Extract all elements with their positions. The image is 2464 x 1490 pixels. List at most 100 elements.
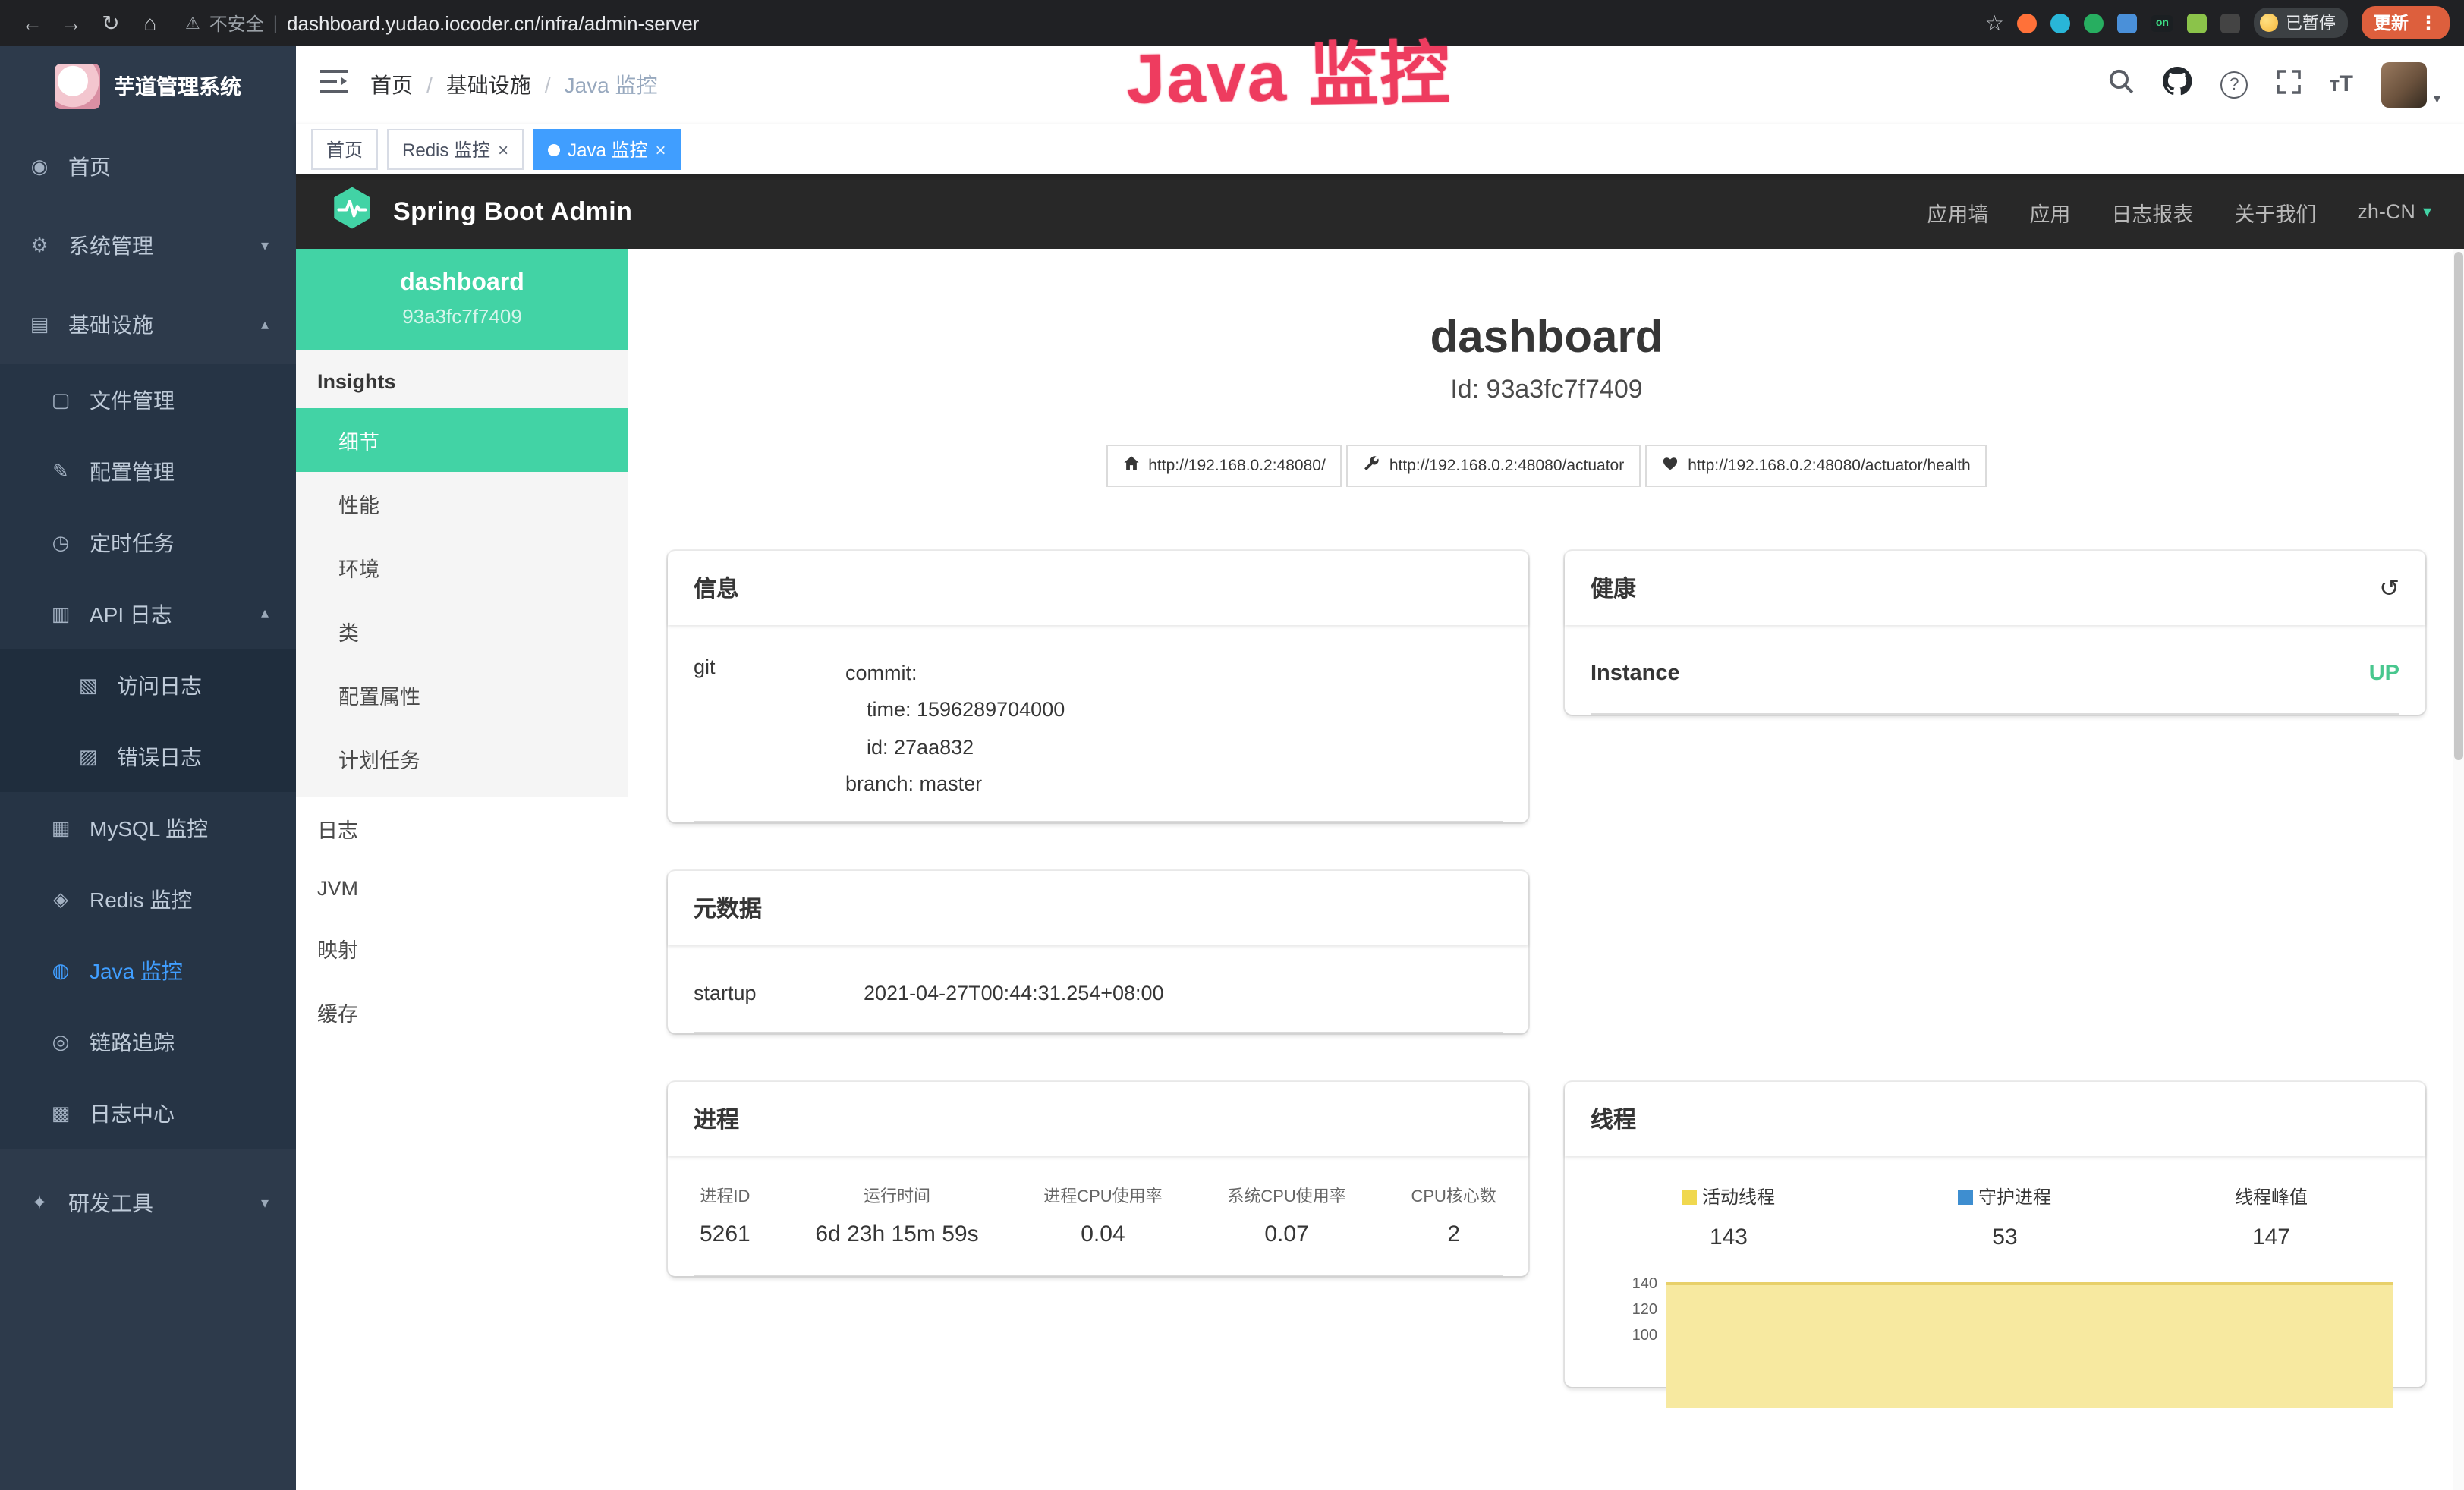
forward-icon[interactable]: → [55, 11, 88, 35]
reload-icon[interactable]: ↻ [94, 10, 127, 36]
close-icon[interactable]: × [498, 139, 508, 160]
security-label: 不安全 [209, 10, 264, 36]
sba-logo-icon[interactable] [329, 185, 375, 238]
chevron-up-icon: ▴ [261, 316, 269, 333]
help-icon[interactable]: ? [2220, 71, 2248, 99]
breadcrumb-separator: / [426, 73, 433, 97]
paused-extension-badge[interactable]: 已暂停 [2254, 8, 2348, 38]
scrollbar-thumb[interactable] [2454, 252, 2463, 760]
address-bar[interactable]: ⚠ 不安全 | dashboard.yudao.iocoder.cn/infra… [185, 10, 699, 36]
sba-brand[interactable]: Spring Boot Admin [393, 196, 632, 227]
sba-item-scheduled-tasks[interactable]: 计划任务 [296, 727, 628, 791]
sidebar-item-infrastructure[interactable]: ▤ 基础设施 ▴ [0, 285, 296, 364]
breadcrumb-current: Java 监控 [565, 70, 658, 100]
tab-home[interactable]: 首页 [311, 129, 378, 170]
browser-toolbar-right: ☆ on 已暂停 更新 ⋮ [1985, 6, 2450, 39]
stat-live-threads: 活动线程 143 [1682, 1184, 1775, 1250]
health-url-link[interactable]: http://192.168.0.2:48080/actuator/health [1645, 445, 1987, 487]
sba-item-environment[interactable]: 环境 [296, 536, 628, 599]
sba-nav-applications[interactable]: 应用 [2029, 196, 2070, 227]
infrastructure-icon: ▤ [27, 313, 52, 337]
actuator-url-link[interactable]: http://192.168.0.2:48080/actuator [1347, 445, 1641, 487]
sba-nav-about[interactable]: 关于我们 [2234, 196, 2316, 227]
url-text: dashboard.yudao.iocoder.cn/infra/admin-s… [287, 11, 699, 34]
sidebar-item-system-management[interactable]: ⚙ 系统管理 ▾ [0, 206, 296, 285]
tab-java-monitor[interactable]: Java 监控 × [533, 129, 681, 170]
sidebar-item-tracing[interactable]: ◎ 链路追踪 [0, 1006, 296, 1077]
sba-locale-select[interactable]: zh-CN ▾ [2357, 200, 2431, 223]
sba-item-details[interactable]: 细节 [296, 408, 628, 472]
extension-icon-leaf[interactable] [2187, 13, 2207, 33]
app-logo-row[interactable]: 芋道管理系统 [0, 46, 296, 127]
sba-nav-wall[interactable]: 应用墙 [1927, 196, 1988, 227]
close-icon[interactable]: × [655, 139, 666, 160]
stat-label: 系统CPU使用率 [1227, 1184, 1345, 1208]
sidebar-item-log-center[interactable]: ▩ 日志中心 [0, 1077, 296, 1149]
wrench-icon [1364, 455, 1380, 476]
extension-icon-dark-puzzle[interactable] [2220, 13, 2240, 33]
live-threads-area-series [1666, 1282, 2393, 1408]
font-size-icon[interactable]: TT [2330, 71, 2353, 99]
sba-item-mappings[interactable]: 映射 [296, 916, 628, 980]
stat-value: 53 [1959, 1224, 2051, 1250]
sidebar-item-label: 研发工具 [68, 1188, 153, 1218]
sidebar-item-access-log[interactable]: ▧ 访问日志 [0, 649, 296, 721]
tab-redis-monitor[interactable]: Redis 监控 × [387, 129, 524, 170]
extension-icon-green-circle[interactable] [2085, 13, 2104, 33]
stat-uptime: 运行时间 6d 23h 15m 59s [815, 1184, 978, 1247]
sidebar-item-config-management[interactable]: ✎ 配置管理 [0, 435, 296, 507]
back-icon[interactable]: ← [15, 11, 49, 35]
sidebar-item-redis-monitor[interactable]: ◈ Redis 监控 [0, 863, 296, 935]
sba-item-classes[interactable]: 类 [296, 599, 628, 663]
sidebar-item-api-log[interactable]: ▥ API 日志 ▴ [0, 578, 296, 649]
instance-id: 93a3fc7f7409 [311, 305, 613, 328]
sidebar-item-label: 访问日志 [117, 670, 202, 700]
scrollbar-track[interactable] [2453, 249, 2464, 1490]
bookmark-star-icon[interactable]: ☆ [1985, 10, 2004, 36]
sba-nav-journal[interactable]: 日志报表 [2111, 196, 2193, 227]
stat-label: 进程CPU使用率 [1043, 1184, 1162, 1208]
browser-home-icon[interactable]: ⌂ [134, 11, 167, 35]
header-actions: ? TT ▾ [2108, 62, 2440, 108]
sidebar-item-java-monitor[interactable]: ◍ Java 监控 [0, 935, 296, 1006]
threads-chart: 140 120 100 [1591, 1278, 2399, 1387]
fullscreen-icon[interactable] [2277, 69, 2301, 101]
card-title: 健康 [1591, 572, 1636, 604]
sidebar-item-dev-tools[interactable]: ✦ 研发工具 ▾ [0, 1164, 296, 1243]
sba-item-caches[interactable]: 缓存 [296, 980, 628, 1044]
stat-value: 2 [1411, 1221, 1496, 1247]
extension-icon-blue-grid[interactable] [2118, 13, 2138, 33]
stat-label: CPU核心数 [1411, 1184, 1496, 1208]
chevron-up-icon: ▴ [261, 605, 269, 622]
sidebar-item-file-management[interactable]: ▢ 文件管理 [0, 364, 296, 435]
health-instance-row[interactable]: Instance UP [1591, 631, 2399, 715]
service-url-link[interactable]: http://192.168.0.2:48080/ [1106, 445, 1342, 487]
sba-instance-block[interactable]: dashboard 93a3fc7f7409 [296, 249, 628, 350]
sba-sidebar: dashboard 93a3fc7f7409 Insights 细节 性能 环境… [296, 249, 628, 1490]
legend-square-yellow-icon [1682, 1189, 1698, 1204]
user-avatar[interactable]: ▾ [2382, 62, 2440, 108]
metadata-key: startup [694, 982, 864, 1004]
extension-icon-drop[interactable] [2051, 13, 2071, 33]
sidebar-item-home[interactable]: ◉ 首页 [0, 127, 296, 206]
extension-icon-orange[interactable] [2018, 13, 2038, 33]
kebab-menu-icon[interactable]: ⋮ [2419, 12, 2437, 33]
breadcrumb-infrastructure[interactable]: 基础设施 [446, 70, 531, 100]
sidebar-item-mysql-monitor[interactable]: ▦ MySQL 监控 [0, 792, 296, 863]
search-icon[interactable] [2108, 68, 2134, 102]
history-icon[interactable]: ↺ [2379, 573, 2399, 603]
sba-item-log[interactable]: 日志 [296, 797, 628, 860]
caret-down-icon: ▾ [2434, 91, 2440, 108]
sba-item-configprops[interactable]: 配置属性 [296, 663, 628, 727]
breadcrumb-home[interactable]: 首页 [370, 70, 413, 100]
sidebar-item-error-log[interactable]: ▨ 错误日志 [0, 721, 296, 792]
github-icon[interactable] [2163, 67, 2192, 103]
sba-item-jvm[interactable]: JVM [296, 860, 628, 916]
sidebar-item-scheduled-jobs[interactable]: ◷ 定时任务 [0, 507, 296, 578]
extension-icon-on-badge[interactable]: on [2151, 14, 2173, 31]
hamburger-icon[interactable] [320, 70, 348, 100]
sba-navbar: Spring Boot Admin 应用墙 应用 日志报表 关于我们 zh-CN… [296, 174, 2464, 249]
update-browser-button[interactable]: 更新 ⋮ [2362, 6, 2450, 39]
sba-item-metrics[interactable]: 性能 [296, 472, 628, 536]
annotation-java-monitor: Java 监控 [1125, 18, 1452, 124]
